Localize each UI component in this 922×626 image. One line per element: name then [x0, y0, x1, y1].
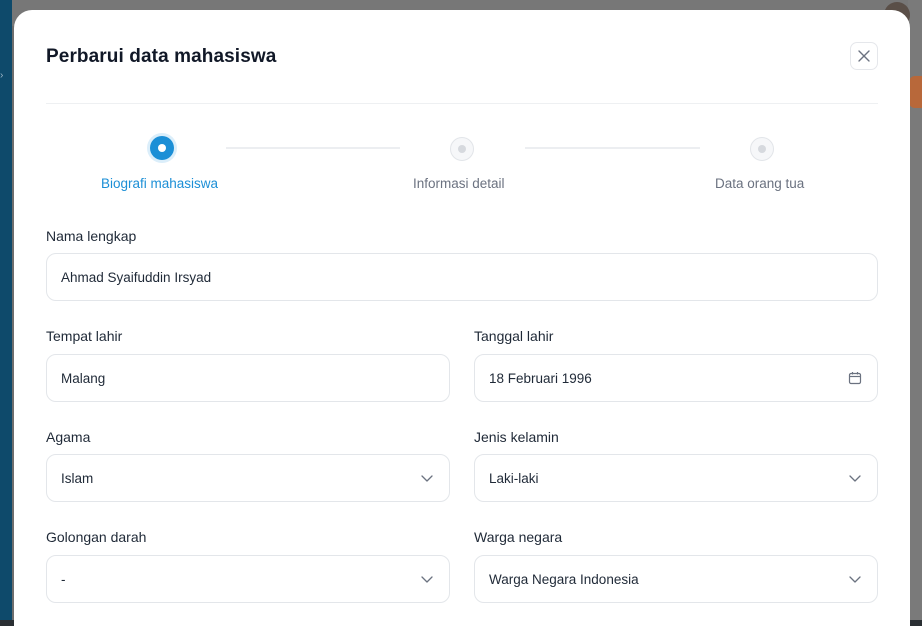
chevron-down-icon: [419, 571, 435, 587]
blood-type-select[interactable]: -: [46, 555, 450, 603]
step-connector-1: [226, 147, 400, 149]
gender-select[interactable]: Laki-laki: [474, 454, 878, 502]
birth-date-label: Tanggal lahir: [474, 328, 554, 344]
background-action-button: [909, 76, 922, 108]
chevron-right-icon: ›: [0, 70, 4, 81]
modal-title: Perbarui data mahasiswa: [46, 46, 277, 67]
birth-place-label: Tempat lahir: [46, 328, 123, 344]
religion-select[interactable]: Islam: [46, 454, 450, 502]
gender-value: Laki-laki: [489, 470, 539, 486]
religion-value: Islam: [61, 470, 94, 486]
step-connector-2: [525, 147, 700, 149]
full-name-value: Ahmad Syaifuddin Irsyad: [61, 269, 212, 285]
birth-place-value: Malang: [61, 370, 106, 386]
step-3-indicator[interactable]: [750, 137, 774, 161]
full-name-field[interactable]: Ahmad Syaifuddin Irsyad: [46, 253, 878, 301]
citizenship-value: Warga Negara Indonesia: [489, 571, 639, 587]
birth-date-value: 18 Februari 1996: [489, 370, 592, 386]
chevron-down-icon: [419, 470, 435, 486]
step-2-label[interactable]: Informasi detail: [413, 176, 505, 191]
birth-date-field[interactable]: 18 Februari 1996: [474, 354, 878, 402]
close-button[interactable]: [850, 42, 878, 70]
religion-label: Agama: [46, 429, 91, 445]
step-1-indicator[interactable]: [147, 133, 177, 163]
background-sidebar: ›: [0, 0, 12, 626]
chevron-down-icon: [847, 571, 863, 587]
birth-place-field[interactable]: Malang: [46, 354, 450, 402]
blood-type-label: Golongan darah: [46, 529, 147, 545]
citizenship-label: Warga negara: [474, 529, 563, 545]
gender-label: Jenis kelamin: [474, 429, 559, 445]
calendar-icon[interactable]: [847, 370, 863, 386]
update-student-modal: Perbarui data mahasiswa Biografi mahasis…: [14, 10, 910, 626]
header-divider: [46, 103, 878, 104]
step-3-label[interactable]: Data orang tua: [715, 176, 804, 191]
step-2-indicator[interactable]: [450, 137, 474, 161]
full-name-label: Nama lengkap: [46, 228, 137, 244]
chevron-down-icon: [847, 470, 863, 486]
citizenship-select[interactable]: Warga Negara Indonesia: [474, 555, 878, 603]
close-icon: [858, 50, 870, 62]
blood-type-value: -: [61, 571, 66, 587]
step-1-label[interactable]: Biografi mahasiswa: [101, 176, 218, 191]
